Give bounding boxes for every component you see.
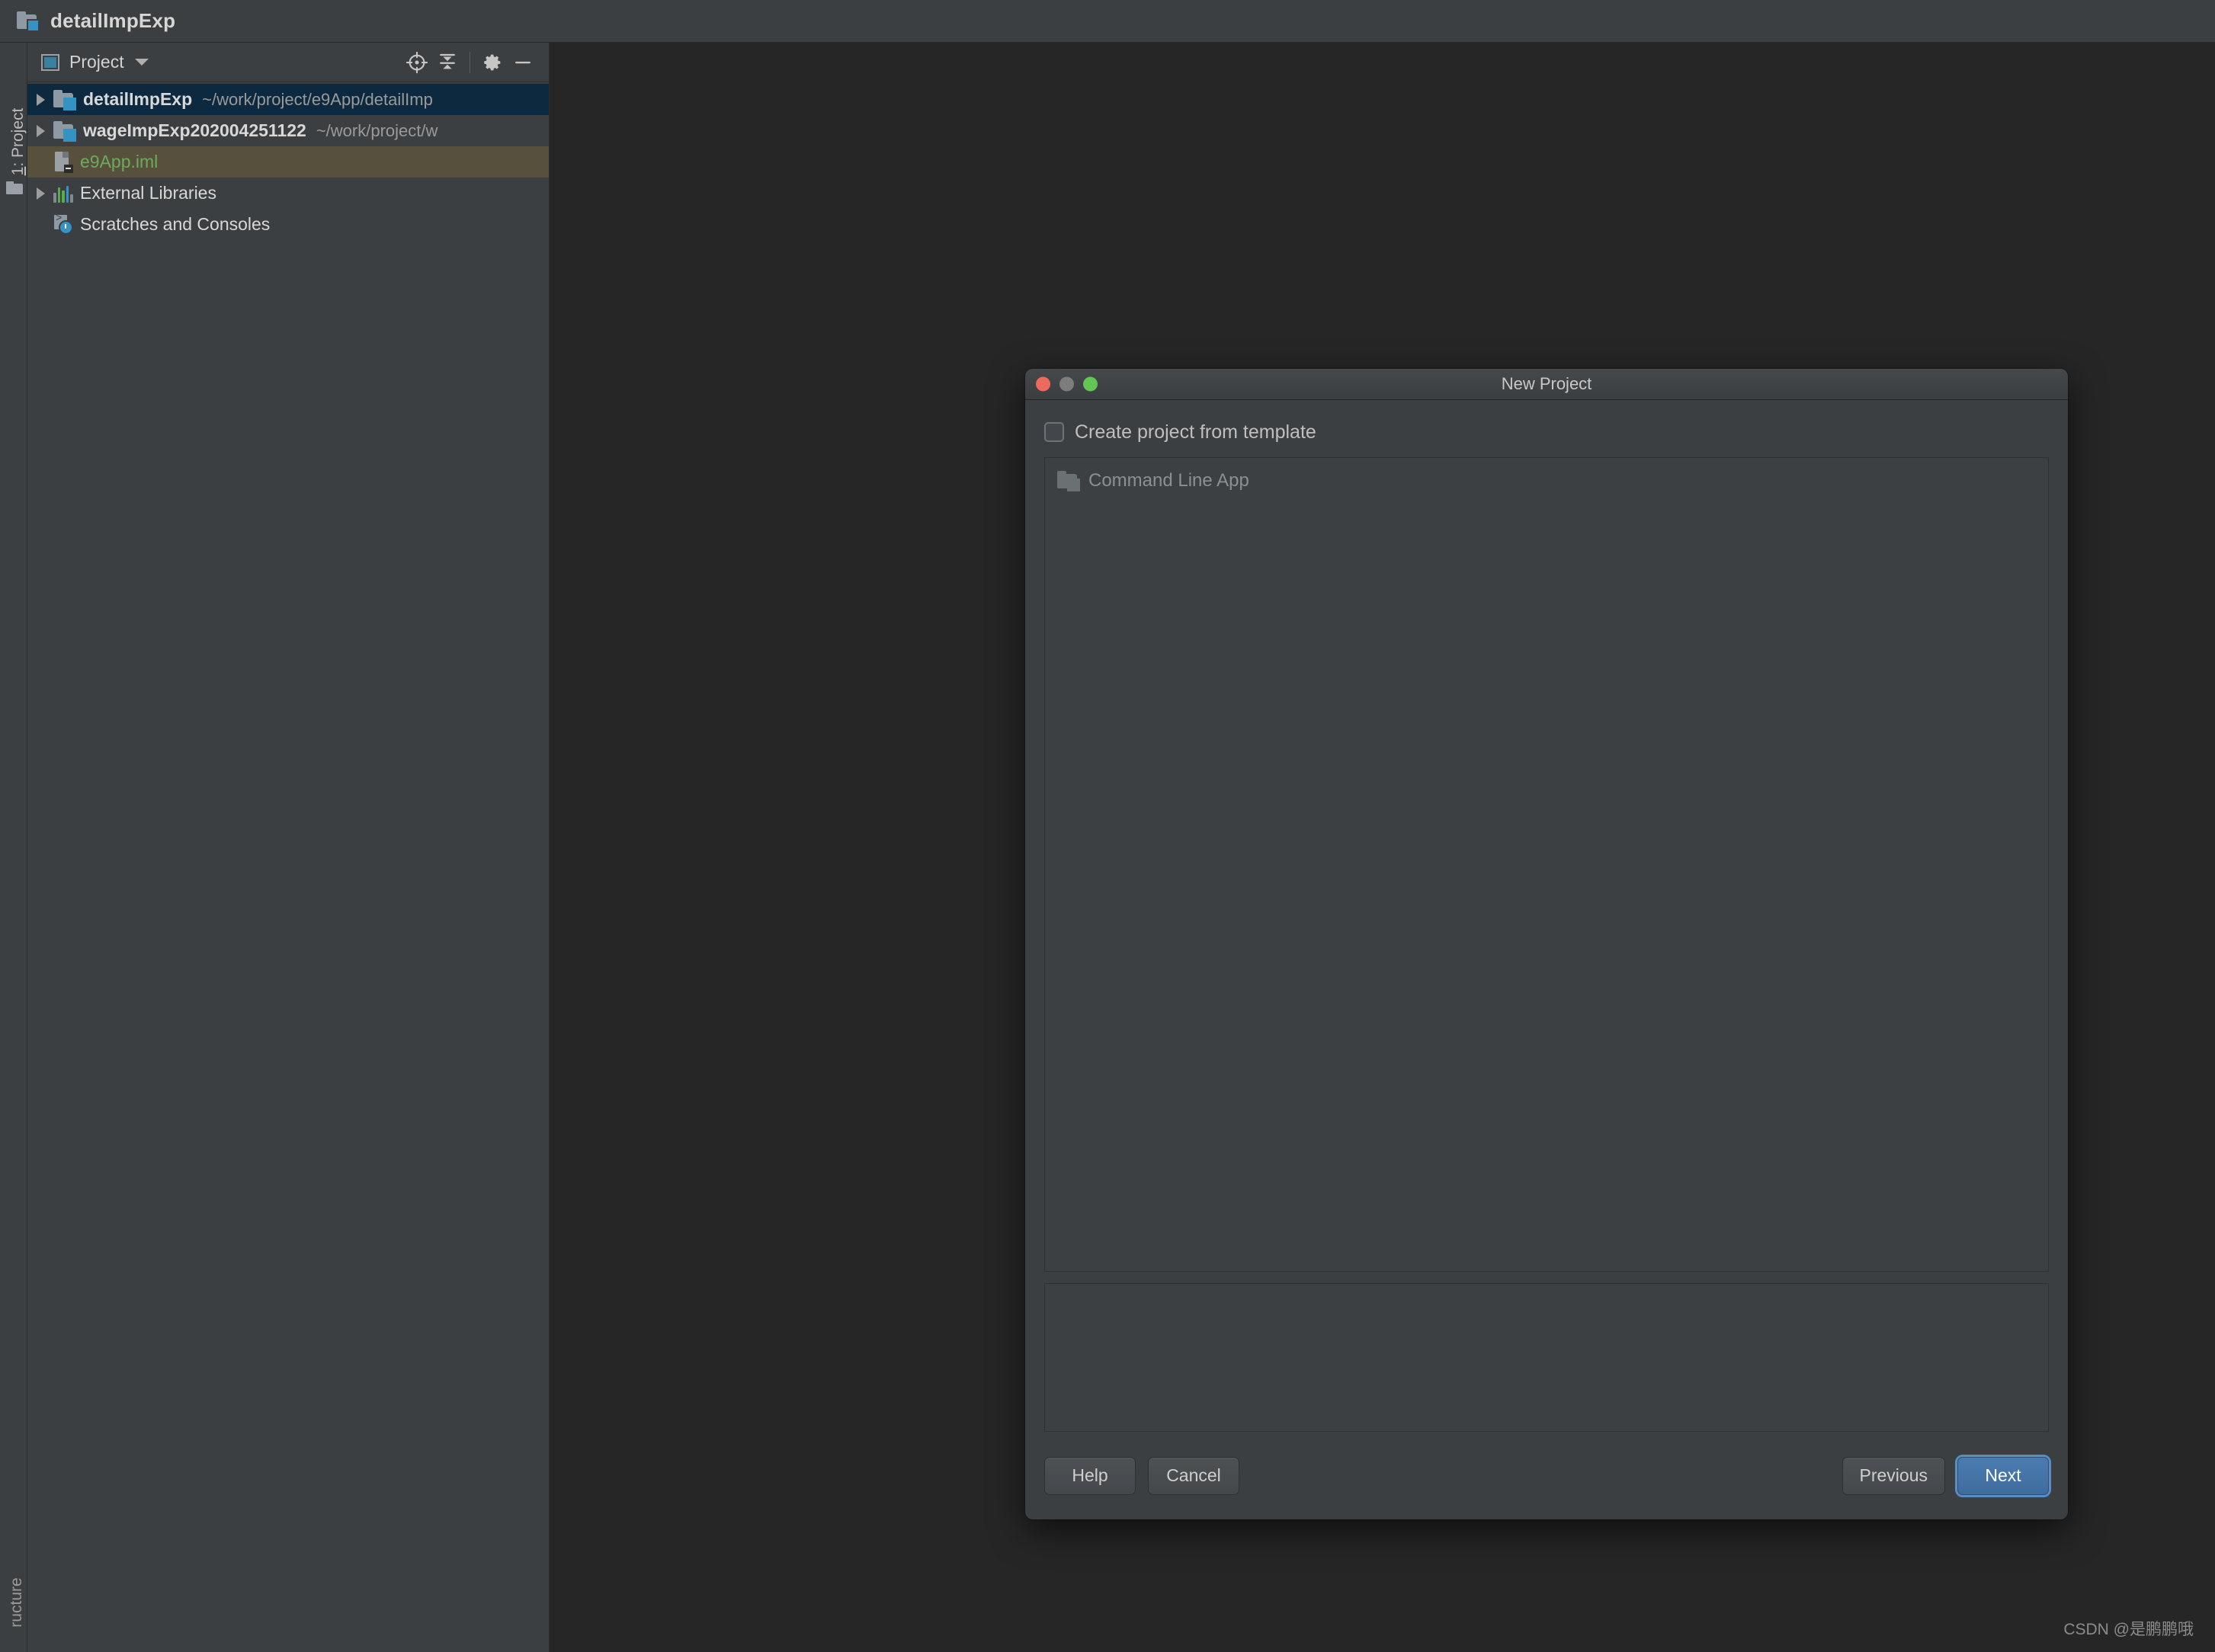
dialog-title: New Project [1501, 374, 1592, 393]
window-title: detailImpExp [50, 9, 176, 32]
dialog-titlebar: New Project [1025, 369, 2068, 400]
left-tool-strip: 1: Project ructure [0, 43, 27, 1652]
cancel-button[interactable]: Cancel [1148, 1456, 1239, 1495]
project-view-selector-label: Project [69, 52, 124, 72]
project-view-icon [41, 53, 59, 71]
gear-icon[interactable] [477, 47, 508, 78]
create-from-template-label: Create project from template [1075, 421, 1316, 443]
window-titlebar: detailImpExp [0, 0, 2215, 43]
list-item: Command Line App [1045, 467, 2048, 495]
window-controls [1036, 376, 1098, 392]
project-panel-header: Project [27, 43, 549, 82]
tree-item-label: External Libraries [80, 183, 216, 203]
create-from-template-checkbox[interactable] [1044, 422, 1064, 442]
tool-tab-project[interactable]: 1: Project [9, 88, 27, 195]
minimize-window-button[interactable] [1059, 376, 1074, 392]
chevron-down-icon[interactable] [134, 59, 149, 66]
module-folder-icon [53, 89, 76, 110]
help-button[interactable]: Help [1044, 1456, 1136, 1495]
close-window-button[interactable] [1036, 376, 1050, 392]
zoom-window-button[interactable] [1083, 376, 1098, 392]
scroll-from-source-icon[interactable] [402, 47, 432, 78]
tree-row[interactable]: detailImpExp ~/work/project/e9App/detail… [27, 84, 549, 115]
next-button[interactable]: Next [1957, 1456, 2049, 1495]
watermark-text: CSDN @是鹏鹏哦 [2063, 1621, 2194, 1638]
module-folder-icon [53, 120, 76, 142]
tree-item-label: Scratches and Consoles [80, 214, 271, 234]
ide-window: detailImpExp 1: Project ructure Project [0, 0, 2215, 1652]
project-tree: detailImpExp ~/work/project/e9App/detail… [27, 82, 549, 240]
template-list[interactable]: Command Line App [1044, 457, 2049, 1272]
tree-row[interactable]: Scratches and Consoles [27, 209, 549, 240]
tool-tab-project-index: 1 [9, 166, 27, 176]
minimize-icon[interactable] [508, 47, 538, 78]
tool-tab-structure[interactable]: ructure [8, 1564, 26, 1641]
tree-item-label: detailImpExp [83, 89, 193, 109]
tree-row[interactable]: wageImpExp202004251122 ~/work/project/w [27, 115, 549, 146]
module-folder-icon [17, 11, 40, 32]
template-description-panel [1044, 1283, 2049, 1432]
folder-icon[interactable] [6, 181, 23, 194]
module-folder-icon [1057, 471, 1080, 491]
libraries-icon [53, 184, 73, 203]
tree-item-path: ~/work/project/w [316, 120, 438, 140]
project-tool-window: Project detailImpExp ~/work/project/e9Ap… [27, 43, 550, 1652]
previous-button[interactable]: Previous [1842, 1456, 1945, 1495]
new-project-dialog: New Project Create project from template… [1025, 369, 2068, 1519]
tree-item-label: wageImpExp202004251122 [83, 120, 306, 140]
expand-arrow-icon[interactable] [27, 93, 53, 106]
tree-row[interactable]: e9App.iml [27, 146, 549, 178]
iml-file-icon [53, 151, 73, 173]
create-from-template-row[interactable]: Create project from template [1044, 417, 2049, 447]
collapse-all-icon[interactable] [432, 47, 463, 78]
tree-item-path: ~/work/project/e9App/detailImp [202, 89, 433, 109]
tree-row[interactable]: External Libraries [27, 178, 549, 209]
tree-item-label: e9App.iml [80, 152, 159, 171]
expand-arrow-icon[interactable] [27, 187, 53, 200]
dialog-body: Create project from template Command Lin… [1025, 400, 2068, 1432]
scratches-icon [53, 213, 73, 235]
expand-arrow-icon[interactable] [27, 124, 53, 137]
tool-tab-project-label: : Project [9, 107, 27, 167]
dialog-footer: Help Cancel Previous Next [1025, 1432, 2068, 1519]
template-item-label: Command Line App [1088, 470, 1249, 491]
